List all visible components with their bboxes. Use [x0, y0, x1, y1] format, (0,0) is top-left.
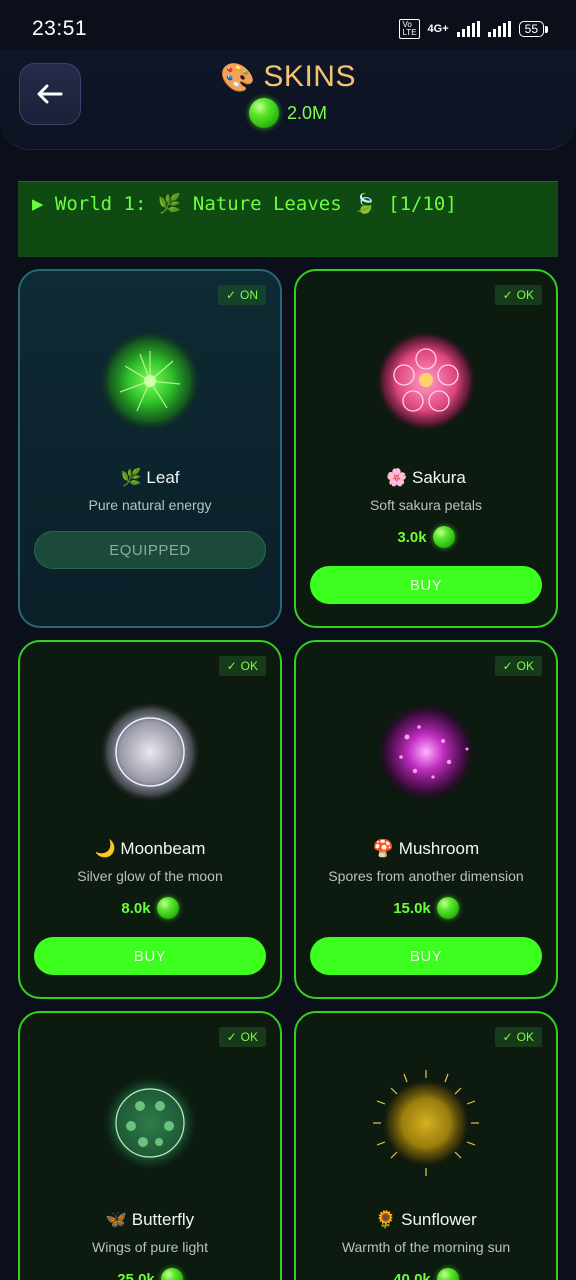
check-icon: ✓: [502, 659, 513, 673]
crescent-moon-icon: 🌙: [94, 839, 116, 858]
skin-description: Spores from another dimension: [328, 868, 524, 884]
cherry-blossom-icon: 🌸: [386, 468, 408, 487]
check-icon: ✓: [502, 288, 513, 302]
mushroom-icon: 🍄: [372, 839, 395, 858]
skin-price: 25.0k: [20, 1268, 280, 1280]
skin-price: 3.0k: [296, 526, 556, 548]
check-icon: ✓: [226, 659, 237, 673]
sunflower-icon: 🌻: [375, 1210, 397, 1229]
skin-description: Soft sakura petals: [369, 497, 483, 513]
skin-card-mushroom[interactable]: ✓ OK 🍄 Mushroom Spores from another dime…: [294, 640, 558, 999]
skin-title: 🍄 Mushroom: [372, 839, 480, 858]
leaf-skin-icon: [100, 331, 200, 431]
sunflower-skin-icon: [373, 1070, 479, 1176]
page-title: 🎨 SKINS: [220, 60, 356, 94]
skin-description: Warmth of the morning sun: [341, 1239, 511, 1255]
signal-icon-2: [487, 21, 511, 37]
skin-price: 40.0k: [296, 1268, 556, 1280]
check-icon: ✓: [502, 1030, 513, 1044]
energy-orb-icon: [432, 526, 455, 548]
leaf-icon: 🌿: [120, 468, 142, 487]
skin-title: 🌿 Leaf: [120, 468, 180, 487]
energy-orb-icon: [436, 897, 459, 919]
butterfly-icon: 🦋: [105, 1210, 128, 1229]
moonbeam-skin-icon: [100, 702, 200, 802]
status-badge: ✓ OK: [218, 1027, 266, 1047]
skin-title: 🦋 Butterfly: [105, 1210, 195, 1229]
skin-card-sunflower[interactable]: ✓ OK 🌻 Sunflower Warmth of the morning s…: [294, 1011, 558, 1280]
butterfly-skin-icon: [102, 1075, 198, 1171]
skin-description: Silver glow of the moon: [77, 868, 223, 884]
status-time: 23:51: [32, 17, 88, 40]
volte-icon: Vo LTE: [399, 19, 420, 39]
skin-title: 🌻 Sunflower: [375, 1210, 477, 1229]
mushroom-skin-icon: [376, 702, 476, 802]
skin-price: 8.0k: [20, 897, 280, 919]
title-area: 🎨 SKINS 2.0M: [0, 60, 576, 133]
battery-icon: 55: [518, 21, 549, 37]
status-icons: Vo LTE 4G+ 55: [399, 19, 549, 39]
skin-card-leaf[interactable]: ✓ ON 🌿 Leaf Pure natural energy EQUIPPED: [18, 269, 282, 628]
palette-icon: 🎨: [220, 61, 256, 93]
header: 🎨 SKINS 2.0M: [0, 50, 576, 150]
status-badge: ✓ OK: [494, 1027, 542, 1047]
check-icon: ✓: [226, 1030, 237, 1044]
status-badge: ✓ OK: [494, 285, 542, 305]
buy-button[interactable]: BUY: [34, 937, 266, 975]
world-banner[interactable]: ▶ World 1: 🌿 Nature Leaves 🍃 [1/10]: [18, 181, 558, 257]
skin-card-sakura[interactable]: ✓ OK 🌸 Sakura Soft sakura petals 3.0k BU…: [294, 269, 558, 628]
status-badge: ✓ OK: [218, 656, 266, 676]
balance: 2.0M: [248, 98, 328, 128]
page-title-text: SKINS: [263, 60, 356, 93]
skin-price: 15.0k: [296, 897, 556, 919]
balance-value: 2.0M: [286, 102, 328, 123]
status-badge: ✓ OK: [494, 656, 542, 676]
energy-orb-icon: [436, 1268, 459, 1280]
energy-orb-icon: [248, 98, 279, 128]
skin-title: 🌸 Sakura: [386, 468, 466, 487]
buy-button[interactable]: BUY: [310, 937, 542, 975]
equipped-button[interactable]: EQUIPPED: [34, 531, 266, 569]
signal-icon: [456, 21, 480, 37]
skin-card-moonbeam[interactable]: ✓ OK 🌙 Moonbeam Silver glow of the moon …: [18, 640, 282, 999]
skin-card-butterfly[interactable]: ✓ OK 🦋 Butterfly Wings of pure light 25.…: [18, 1011, 282, 1280]
sakura-skin-icon: [376, 331, 476, 431]
skin-description: Wings of pure light: [92, 1239, 208, 1255]
energy-orb-icon: [160, 1268, 183, 1280]
check-icon: ✓: [225, 288, 236, 302]
network-type: 4G+: [427, 23, 449, 35]
skin-title: 🌙 Moonbeam: [94, 839, 206, 858]
buy-button[interactable]: BUY: [310, 566, 542, 604]
world-label: ▶ World 1: 🌿 Nature Leaves 🍃 [1/10]: [32, 193, 457, 215]
skin-description: Pure natural energy: [88, 497, 212, 513]
status-badge: ✓ ON: [217, 285, 266, 305]
energy-orb-icon: [156, 897, 179, 919]
